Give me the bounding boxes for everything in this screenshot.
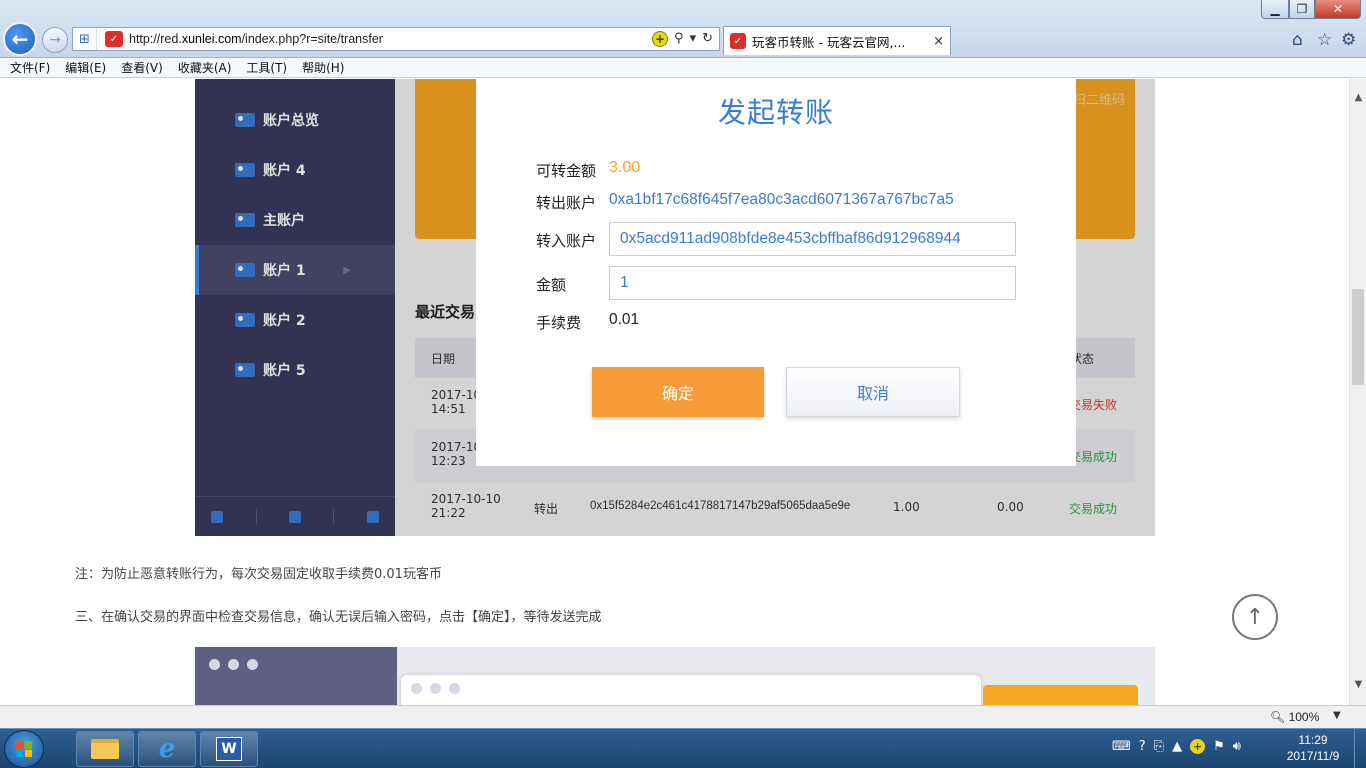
- taskbar-explorer[interactable]: [76, 731, 134, 767]
- address-bar[interactable]: ⊞ ✓ http://red.xunlei.com/index.php?r=si…: [72, 27, 720, 51]
- windows-logo-icon: [16, 741, 32, 757]
- window-dots-icon: [411, 683, 460, 694]
- fee-note: 注：为防止恶意转账行为，每次交易固定收取手续费0.01玩客币: [75, 567, 442, 582]
- second-screenshot-sidebar: [195, 647, 397, 705]
- clock-time: 11:29: [1298, 733, 1328, 747]
- menu-edit[interactable]: 编辑(E): [65, 59, 106, 76]
- arrow-right-icon: →: [49, 32, 61, 48]
- zoom-dropdown-icon[interactable]: ▼: [1333, 710, 1341, 721]
- taskbar-ie[interactable]: e: [138, 731, 196, 767]
- connection-icon[interactable]: ⎘: [1154, 739, 1164, 754]
- start-button[interactable]: [4, 730, 44, 768]
- compat-view-icon[interactable]: ⊞: [73, 28, 97, 50]
- second-screenshot-card: [983, 685, 1138, 705]
- window-dots-icon: [209, 659, 258, 670]
- addon-plus-icon[interactable]: +: [1190, 739, 1206, 754]
- network-warning-icon[interactable]: ⚑: [1213, 739, 1225, 754]
- help-icon[interactable]: ?: [1139, 739, 1146, 754]
- zoom-level[interactable]: 🔍︎ 100%: [1270, 710, 1319, 724]
- back-button[interactable]: ←: [3, 22, 37, 56]
- scroll-down-icon[interactable]: ▼: [1350, 676, 1366, 693]
- back-to-top-button[interactable]: ↑: [1232, 594, 1278, 640]
- scroll-thumb[interactable]: [1352, 289, 1364, 385]
- from-account-label: 转出账户: [536, 194, 597, 212]
- addon-plus-icon[interactable]: +: [652, 31, 669, 47]
- folder-icon: [91, 739, 119, 759]
- ie-icon: e: [158, 734, 176, 764]
- taskbar-clock[interactable]: 11:29 2017/11/9: [1276, 732, 1350, 764]
- maximize-button[interactable]: ❐: [1289, 0, 1315, 19]
- refresh-icon[interactable]: ↻: [702, 31, 713, 47]
- step-three-text: 三、在确认交易的界面中检查交易信息，确认无误后输入密码，点击【确定】，等待发送完…: [75, 610, 602, 625]
- taskbar-word[interactable]: W: [200, 731, 258, 767]
- volume-icon[interactable]: 🔊︎: [1233, 739, 1241, 754]
- clock-date: 2017/11/9: [1286, 749, 1340, 763]
- amount-input[interactable]: [609, 266, 1016, 300]
- fee-value: 0.01: [609, 311, 640, 328]
- tray-expand-icon[interactable]: ▲: [1172, 739, 1182, 754]
- balance-label: 可转金额: [536, 162, 597, 180]
- search-icon[interactable]: ⚲: [674, 31, 684, 47]
- to-account-label: 转入账户: [536, 232, 597, 250]
- gear-icon[interactable]: ⚙: [1341, 30, 1356, 50]
- home-icon[interactable]: ⌂: [1292, 30, 1303, 50]
- url-text[interactable]: http://red.xunlei.com/index.php?r=site/t…: [129, 32, 652, 46]
- site-favicon-icon: ✓: [105, 31, 123, 47]
- second-screenshot: [195, 647, 1155, 705]
- to-account-input[interactable]: [609, 222, 1016, 256]
- second-screenshot-dialog: [401, 675, 981, 705]
- fee-label: 手续费: [536, 314, 582, 332]
- menu-favorites[interactable]: 收藏夹(A): [178, 59, 232, 76]
- favorites-star-icon[interactable]: ☆: [1317, 30, 1332, 50]
- transfer-dialog: 发起转账 可转金额 3.00 转出账户 0xa1bf17c68f645f7ea8…: [476, 79, 1076, 466]
- menu-help[interactable]: 帮助(H): [302, 59, 344, 76]
- menu-bar: 文件(F) 编辑(E) 查看(V) 收藏夹(A) 工具(T) 帮助(H): [0, 58, 1366, 78]
- show-desktop-button[interactable]: [1354, 729, 1366, 768]
- tab-close-icon[interactable]: ×: [929, 34, 944, 49]
- browser-titlebar: ▁ ❐ ✕ ← → ⊞ ✓ http://red.xunlei.com/inde…: [0, 0, 1366, 58]
- menu-tools[interactable]: 工具(T): [246, 59, 287, 76]
- amount-label: 金额: [536, 276, 567, 294]
- cancel-button[interactable]: 取消: [786, 367, 960, 417]
- forward-button[interactable]: →: [42, 27, 68, 53]
- arrow-left-icon: ←: [11, 27, 29, 51]
- menu-file[interactable]: 文件(F): [10, 59, 50, 76]
- tab-favicon-icon: ✓: [730, 33, 746, 49]
- tab-transfer[interactable]: ✓ 玩客币转账 - 玩客云官网,... ×: [723, 26, 951, 55]
- minimize-button[interactable]: ▁: [1261, 0, 1289, 19]
- confirm-button[interactable]: 确定: [592, 367, 764, 417]
- menu-view[interactable]: 查看(V): [121, 59, 163, 76]
- page-viewport: 账户总览 账户 4 主账户 账户 1 ▶ 账户 2 账户 5 扫二维码 最近交易…: [0, 79, 1349, 705]
- close-window-button[interactable]: ✕: [1315, 0, 1361, 19]
- arrow-up-icon: ↑: [1245, 604, 1265, 630]
- scroll-up-icon[interactable]: ▲: [1350, 89, 1366, 106]
- balance-value: 3.00: [609, 159, 641, 176]
- keyboard-icon[interactable]: ⌨: [1112, 739, 1131, 754]
- vertical-scrollbar[interactable]: ▲ ▼: [1349, 79, 1366, 705]
- from-account-value: 0xa1bf17c68f645f7ea80c3acd6071367a767bc7…: [609, 191, 954, 208]
- taskbar: e W ⌨ ? ⎘ ▲ + ⚑ 🔊︎ 11:29 2017/11/9: [0, 728, 1366, 768]
- system-tray: ⌨ ? ⎘ ▲ + ⚑ 🔊︎: [1112, 739, 1241, 754]
- word-icon: W: [216, 737, 242, 761]
- status-bar: 🔍︎ 100% ▼: [0, 705, 1366, 728]
- tab-title: 玩客币转账 - 玩客云官网,...: [752, 34, 906, 50]
- dialog-title: 发起转账: [717, 96, 834, 129]
- dropdown-icon[interactable]: ▾: [690, 31, 697, 47]
